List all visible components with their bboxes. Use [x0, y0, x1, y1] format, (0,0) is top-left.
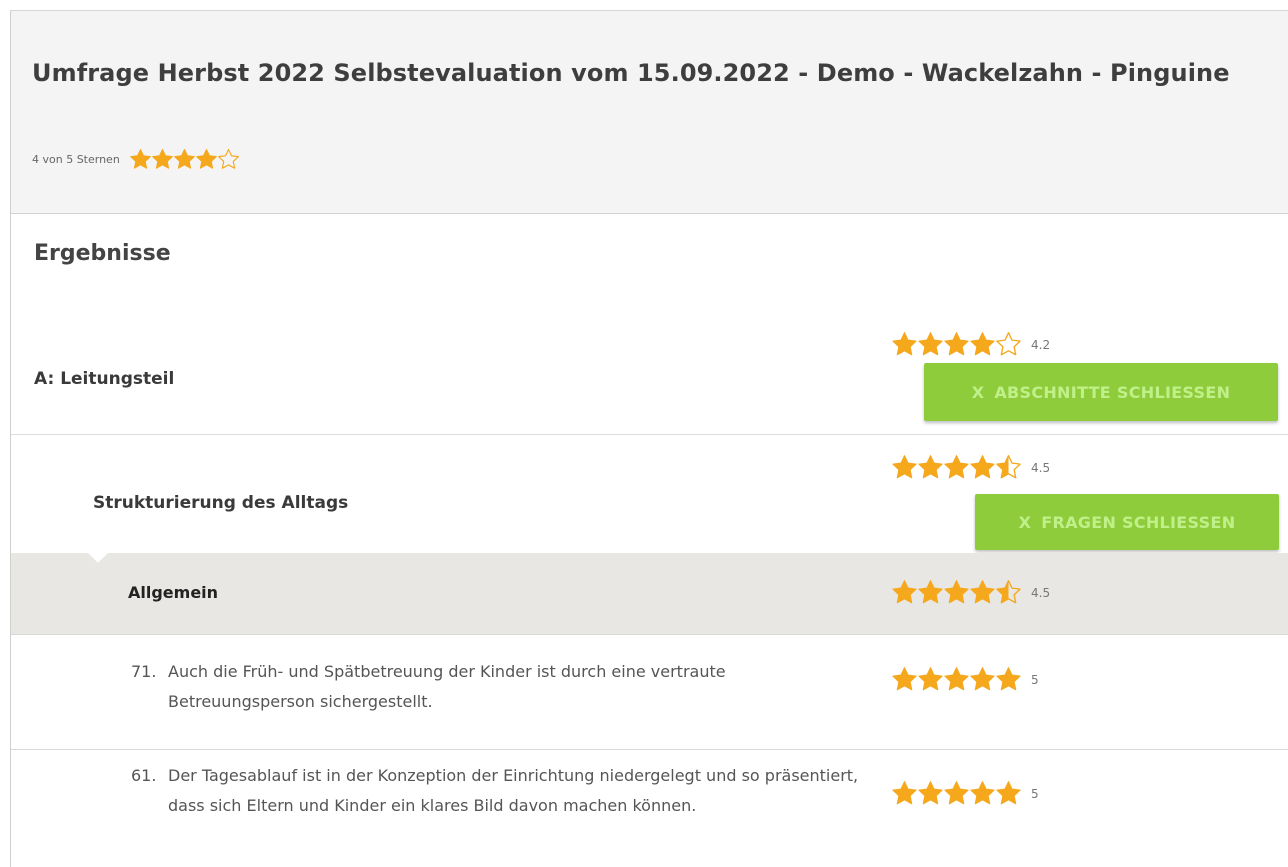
close-icon: X	[971, 382, 985, 402]
star-icon	[891, 780, 918, 807]
star-icon	[969, 579, 996, 606]
results-heading: Ergebnisse	[34, 241, 171, 266]
subsection-label: Strukturierung des Alltags	[93, 493, 349, 513]
rating-text: 4 von 5 Sternen	[32, 153, 120, 166]
question-text: Auch die Früh- und Spätbetreuung der Kin…	[168, 662, 726, 711]
survey-stars	[129, 148, 239, 171]
survey-header: Umfrage Herbst 2022 Selbstevaluation vom…	[11, 11, 1288, 214]
star-icon	[917, 666, 944, 693]
section-score: 4.2	[891, 331, 1050, 358]
star-half-icon	[995, 454, 1022, 481]
star-outline-icon	[995, 331, 1022, 358]
survey-title: Umfrage Herbst 2022 Selbstevaluation vom…	[32, 59, 1230, 87]
group-label: Allgemein	[128, 583, 219, 602]
star-icon	[969, 331, 996, 358]
survey-rating: 4 von 5 Sternen	[32, 148, 239, 171]
subsection-stars	[891, 454, 1021, 481]
star-icon	[891, 579, 918, 606]
star-icon	[943, 780, 970, 807]
star-icon	[943, 454, 970, 481]
star-icon	[917, 454, 944, 481]
group-row-allgemein[interactable]: Allgemein 4.5	[11, 543, 1288, 635]
star-icon	[917, 780, 944, 807]
star-icon	[969, 666, 996, 693]
star-icon	[943, 579, 970, 606]
question-text: Der Tagesablauf ist in der Konzeption de…	[168, 766, 859, 815]
star-icon	[891, 331, 918, 358]
star-icon	[173, 148, 196, 171]
star-icon	[969, 454, 996, 481]
star-icon	[995, 666, 1022, 693]
close-sections-label: ABSCHNITTE SCHLIESSEN	[994, 382, 1231, 402]
star-icon	[195, 148, 218, 171]
star-icon	[891, 666, 918, 693]
star-half-icon	[995, 579, 1022, 606]
question-score-value: 5	[1031, 672, 1039, 687]
question-stars	[891, 666, 1021, 693]
group-score-value: 4.5	[1031, 585, 1051, 600]
question-row: 71. Auch die Früh- und Spätbetreuung der…	[11, 635, 1288, 750]
subsection-score-value: 4.5	[1031, 460, 1051, 475]
star-icon	[891, 454, 918, 481]
section-stars	[891, 331, 1021, 358]
star-outline-icon	[217, 148, 240, 171]
question-row: 61. Der Tagesablauf ist in der Konzeptio…	[11, 750, 1288, 867]
section-label: A: Leitungsteil	[34, 369, 175, 389]
question-number: 61.	[131, 766, 157, 785]
close-sections-button[interactable]: X ABSCHNITTE SCHLIESSEN	[924, 363, 1278, 421]
section-score-value: 4.2	[1031, 337, 1051, 352]
question-number: 71.	[131, 662, 157, 681]
star-icon	[943, 666, 970, 693]
question-stars	[891, 780, 1021, 807]
question-score-value: 5	[1031, 786, 1039, 801]
star-icon	[995, 780, 1022, 807]
section-row-strukturierung[interactable]: Strukturierung des Alltags 4.5 X FRAGEN …	[11, 435, 1288, 553]
question-score: 5	[891, 666, 1039, 693]
survey-results-panel: Umfrage Herbst 2022 Selbstevaluation vom…	[10, 10, 1288, 867]
group-score: 4.5	[891, 579, 1050, 606]
close-icon: X	[1018, 512, 1032, 532]
star-icon	[129, 148, 152, 171]
star-icon	[943, 331, 970, 358]
section-row-leitungsteil[interactable]: A: Leitungsteil 4.2 X ABSCHNITTE SCHLIES…	[11, 311, 1288, 435]
group-stars	[891, 579, 1021, 606]
star-icon	[151, 148, 174, 171]
question-score: 5	[891, 780, 1039, 807]
close-questions-button[interactable]: X FRAGEN SCHLIESSEN	[975, 494, 1279, 550]
subsection-score: 4.5	[891, 454, 1050, 481]
close-questions-label: FRAGEN SCHLIESSEN	[1041, 512, 1236, 532]
star-icon	[917, 331, 944, 358]
star-icon	[969, 780, 996, 807]
star-icon	[917, 579, 944, 606]
